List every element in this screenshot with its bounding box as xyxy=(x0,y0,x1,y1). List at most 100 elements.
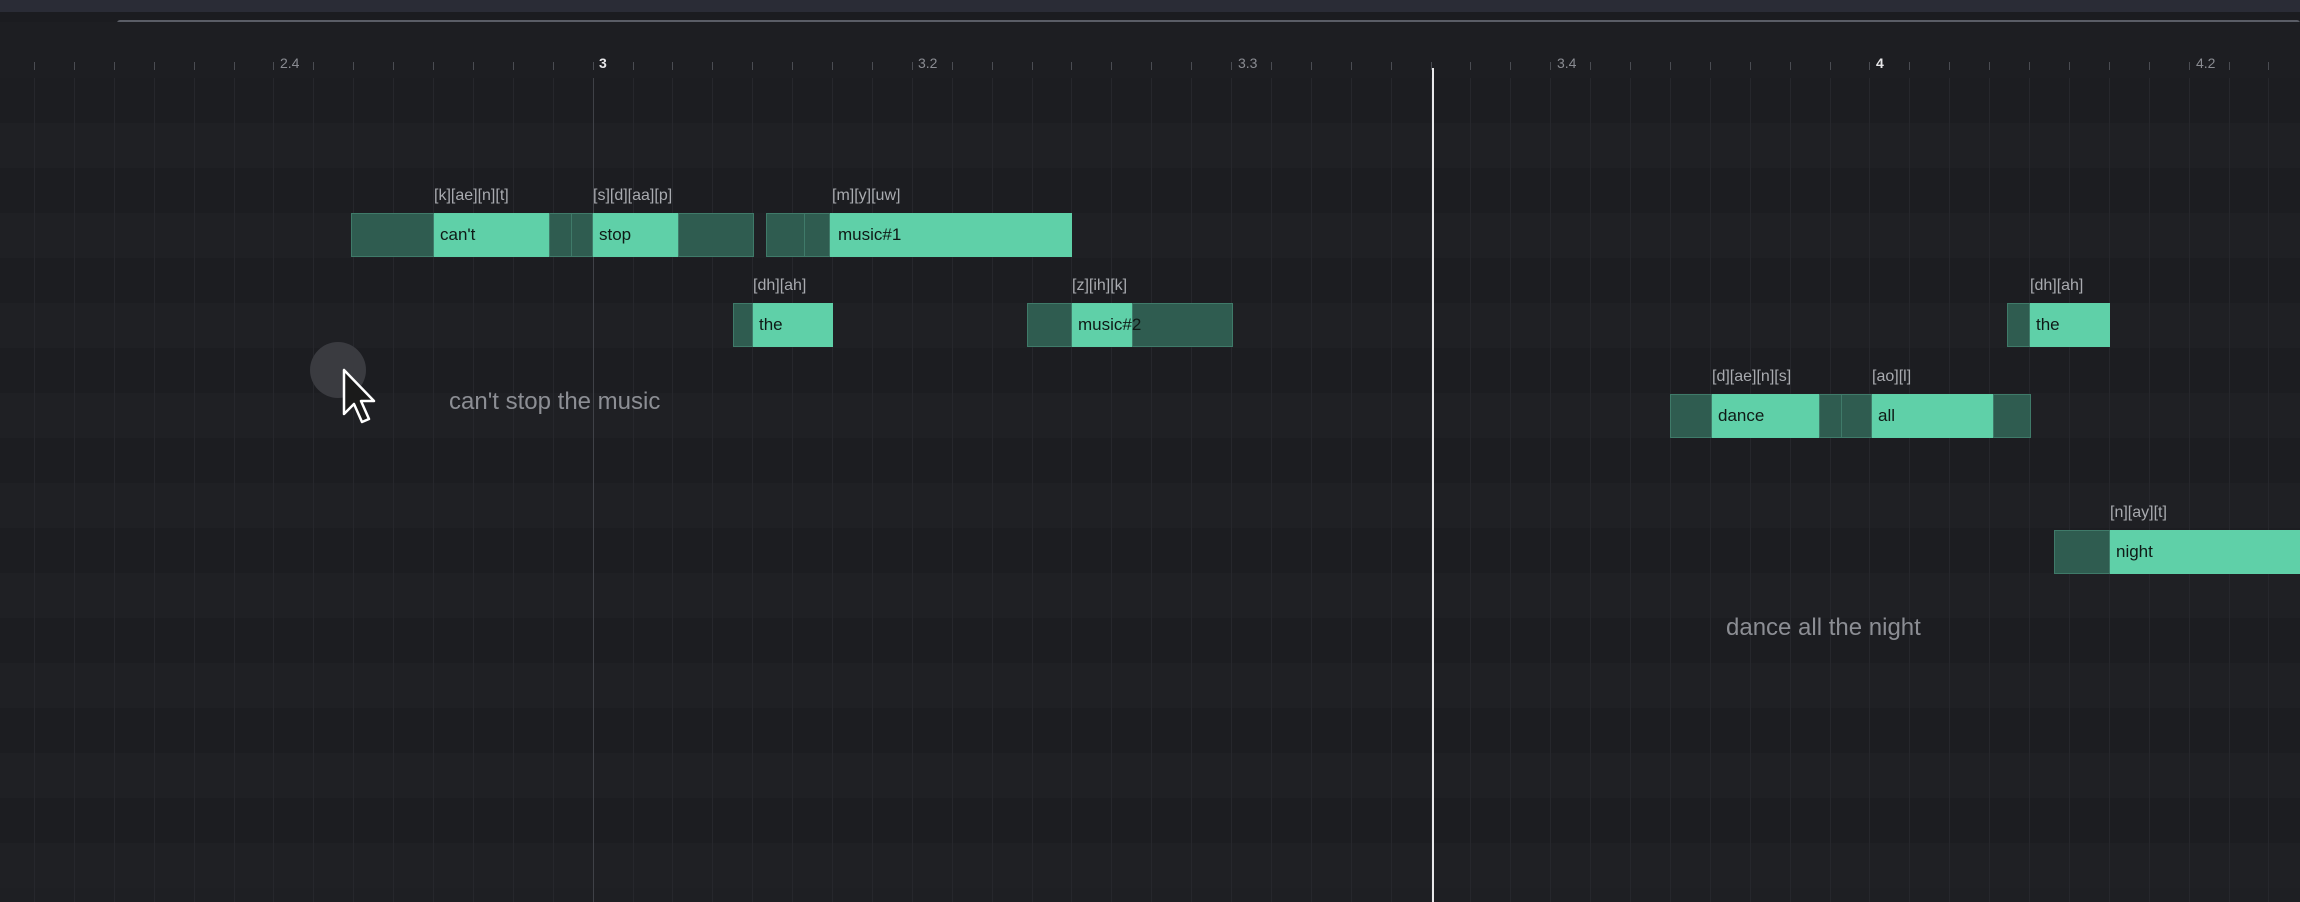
ruler-label: 3.2 xyxy=(918,55,938,71)
ruler-tick xyxy=(1032,62,1033,70)
note-tail-segment[interactable] xyxy=(549,213,573,257)
note-word: music#1 xyxy=(838,225,902,244)
beat-line xyxy=(1790,78,1791,902)
grid-row xyxy=(0,438,2300,483)
note-consonant-segment[interactable] xyxy=(2007,303,2030,347)
beat-line xyxy=(1590,78,1591,902)
phoneme-label: [dh][ah] xyxy=(753,277,807,294)
note-consonant-segment[interactable] xyxy=(766,213,806,257)
note-consonant-segment[interactable] xyxy=(1841,394,1872,438)
note-word: dance xyxy=(1718,406,1765,425)
playhead[interactable] xyxy=(1432,68,1434,902)
ruler-tick xyxy=(1071,62,1072,70)
phoneme-label: [k][ae][n][t] xyxy=(434,187,509,204)
note-consonant-segment[interactable] xyxy=(804,213,830,257)
ruler-tick xyxy=(2229,62,2230,70)
beat-line xyxy=(154,78,155,902)
ruler-tick xyxy=(712,62,713,70)
beat-line xyxy=(992,78,993,902)
lyric-note-all[interactable]: all xyxy=(1841,394,2031,438)
beat-line xyxy=(313,78,314,902)
lyric-note-the-2[interactable]: the xyxy=(2007,303,2110,347)
beat-line xyxy=(1510,78,1511,902)
note-consonant-segment[interactable] xyxy=(733,303,753,347)
beat-line xyxy=(1151,78,1152,902)
phoneme-label: [ao][l] xyxy=(1872,368,1912,385)
note-word: stop xyxy=(599,225,632,244)
ruler-tick xyxy=(273,62,274,70)
ruler-tick xyxy=(74,62,75,70)
lyric-phrase-label: can't stop the music xyxy=(449,388,661,415)
top-toolbar xyxy=(0,0,2300,27)
beat-line xyxy=(1191,78,1192,902)
beat-line xyxy=(1470,78,1471,902)
ruler-tick xyxy=(1351,62,1352,70)
arrow-cursor-icon xyxy=(342,368,376,424)
note-consonant-segment[interactable] xyxy=(1027,303,1072,347)
note-tail-segment[interactable] xyxy=(678,213,754,257)
lyric-note-night[interactable]: night xyxy=(2054,530,2300,574)
ruler-label: 4.2 xyxy=(2196,55,2216,71)
lyric-note-music-2[interactable]: music#2 xyxy=(1027,303,1233,347)
ruler-tick xyxy=(792,62,793,70)
ruler-tick xyxy=(473,62,474,70)
piano-roll-grid[interactable] xyxy=(0,78,2300,902)
ruler-tick xyxy=(433,62,434,70)
ruler-tick xyxy=(832,62,833,70)
ruler-tick xyxy=(154,62,155,70)
beat-line xyxy=(1311,78,1312,902)
ruler-tick xyxy=(1790,62,1791,70)
beat-line xyxy=(1989,78,1990,902)
lyric-phrase-label: dance all the night xyxy=(1726,614,1921,641)
lyric-note-music-1[interactable]: music#1 xyxy=(766,213,1072,257)
lyric-note-dance[interactable]: dance xyxy=(1670,394,1842,438)
ruler-tick xyxy=(1311,62,1312,70)
grid-row xyxy=(0,78,2300,123)
beat-line xyxy=(1071,78,1072,902)
note-tail-segment[interactable] xyxy=(1132,303,1233,347)
ruler-tick xyxy=(2109,62,2110,70)
ruler-tick xyxy=(1151,62,1152,70)
beat-line xyxy=(712,78,713,902)
beat-line xyxy=(114,78,115,902)
grid-row xyxy=(0,528,2300,573)
ruler-tick xyxy=(2268,62,2269,70)
note-consonant-segment[interactable] xyxy=(1670,394,1712,438)
beat-line xyxy=(353,78,354,902)
beat-line xyxy=(2268,78,2269,902)
note-tail-segment[interactable] xyxy=(1819,394,1842,438)
beat-line xyxy=(1750,78,1751,902)
ruler-tick xyxy=(1191,62,1192,70)
note-consonant-segment[interactable] xyxy=(351,213,434,257)
note-word: the xyxy=(759,315,783,334)
ruler-label: 3.4 xyxy=(1557,55,1577,71)
beat-line xyxy=(1032,78,1033,902)
lyric-note-cant[interactable]: can't xyxy=(351,213,573,257)
beat-line xyxy=(1111,78,1112,902)
grid-row xyxy=(0,843,2300,888)
note-tail-segment[interactable] xyxy=(1993,394,2031,438)
beat-line xyxy=(1710,78,1711,902)
ruler-label: 3.3 xyxy=(1238,55,1258,71)
note-consonant-segment[interactable] xyxy=(2054,530,2110,574)
beat-line xyxy=(1670,78,1671,902)
ruler-tick xyxy=(633,62,634,70)
ruler-tick xyxy=(1231,62,1232,70)
ruler-tick xyxy=(672,62,673,70)
ruler-tick xyxy=(513,62,514,70)
note-word: can't xyxy=(440,225,476,244)
timeline-ruler[interactable] xyxy=(0,22,2300,79)
lyric-note-stop[interactable]: stop xyxy=(571,213,754,257)
lyric-note-the[interactable]: the xyxy=(733,303,833,347)
note-consonant-segment[interactable] xyxy=(571,213,593,257)
ruler-tick xyxy=(34,62,35,70)
ruler-tick xyxy=(2029,62,2030,70)
beat-line xyxy=(2189,78,2190,902)
phoneme-label: [d][ae][n][s] xyxy=(1712,368,1792,385)
ruler-tick xyxy=(234,62,235,70)
ruler-label: 2.4 xyxy=(280,55,300,71)
beat-line xyxy=(34,78,35,902)
ruler-tick xyxy=(1470,62,1471,70)
phoneme-label: [m][y][uw] xyxy=(832,187,901,204)
ruler-tick xyxy=(593,62,594,70)
